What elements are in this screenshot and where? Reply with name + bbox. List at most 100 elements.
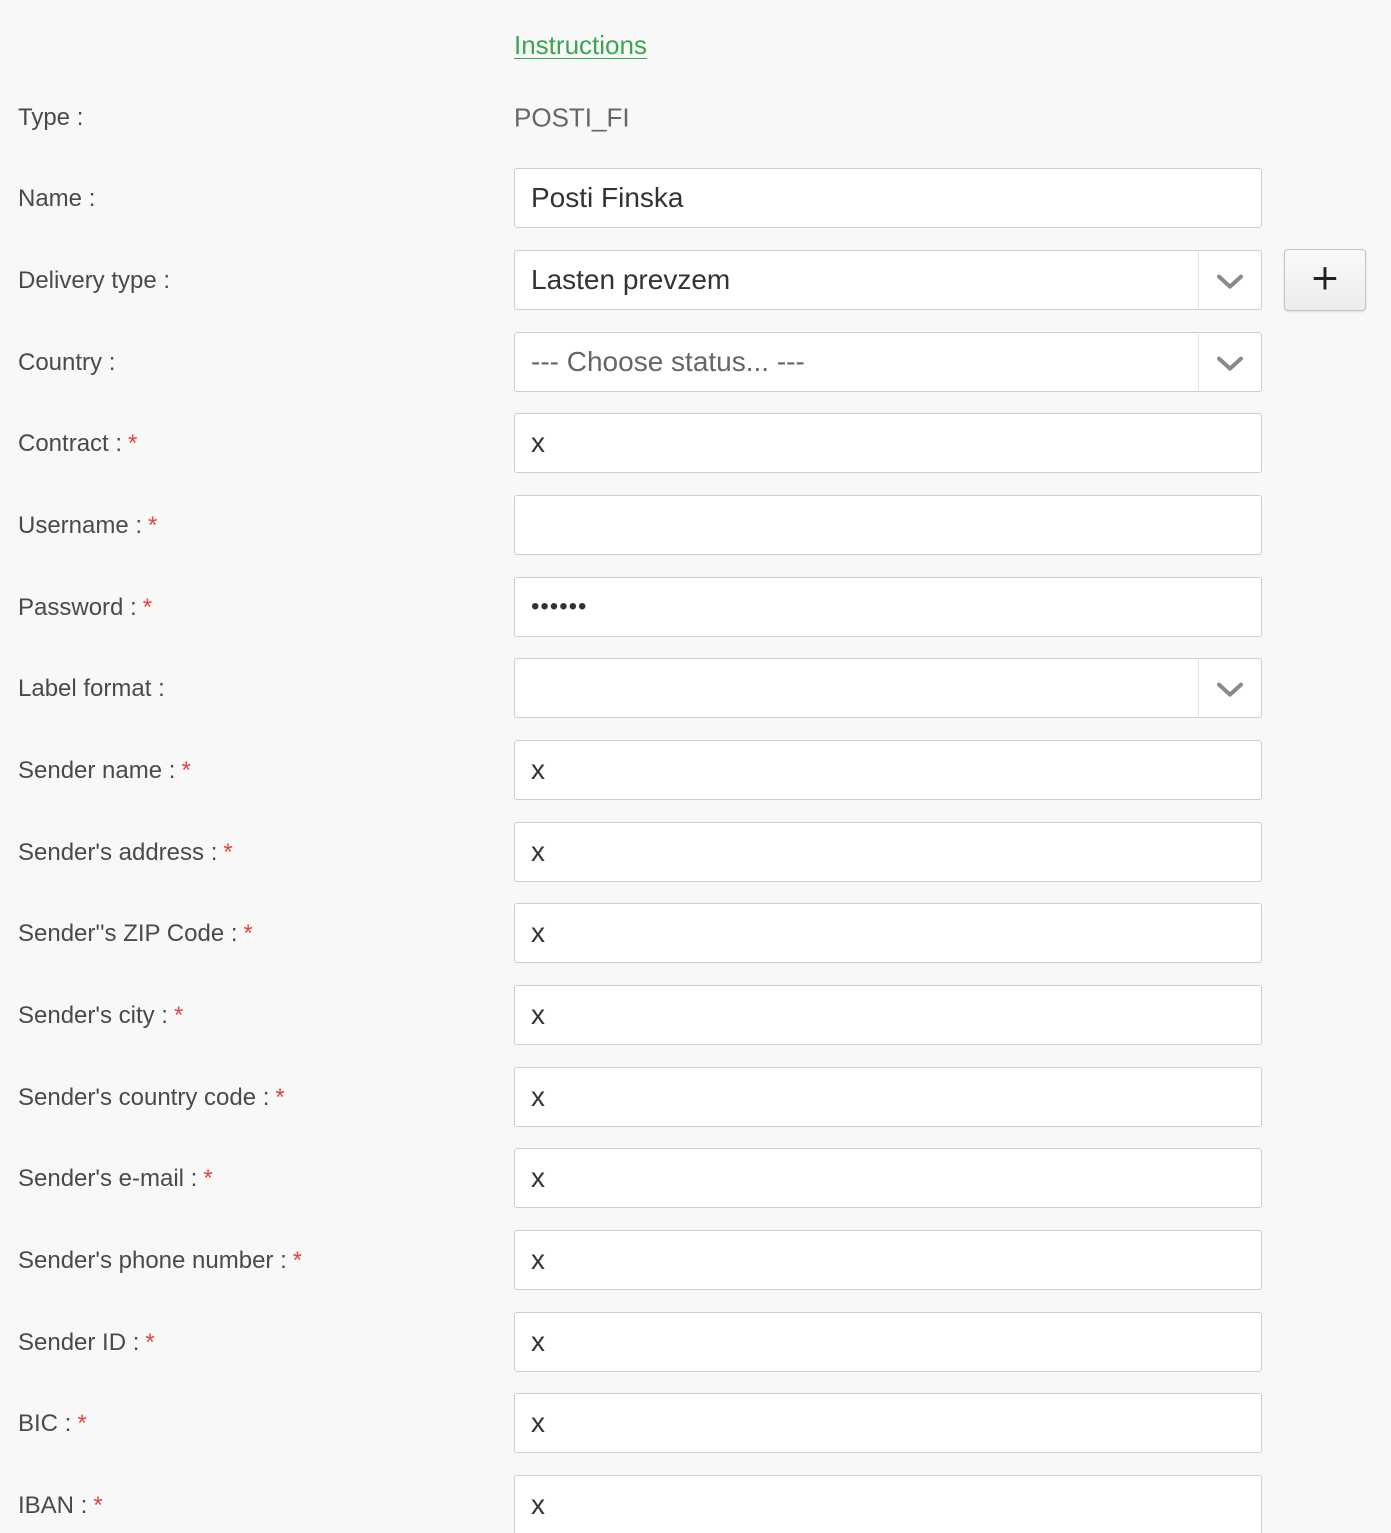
bic-label-text: BIC : [18, 1410, 72, 1437]
contract-input[interactable]: x [514, 413, 1262, 473]
sender-address-label-text: Sender's address : [18, 839, 218, 866]
sender-name-input-value: x [531, 754, 545, 785]
type-value: POSTI_FI [514, 102, 630, 133]
sender-address-label: Sender's address : * [18, 839, 233, 867]
required-marker: * [223, 839, 233, 866]
sender-name-label: Sender name : * [18, 757, 191, 785]
row-sender-name: Sender name : * x [0, 740, 1391, 802]
iban-label: IBAN : * [18, 1492, 103, 1520]
country-label: Country : [18, 349, 116, 376]
sender-id-input[interactable]: x [514, 1312, 1262, 1372]
sender-phone-input-value: x [531, 1244, 545, 1275]
name-input-value: Posti Finska [531, 182, 684, 213]
sender-phone-label: Sender's phone number : * [18, 1247, 302, 1275]
row-label-format: Label format : [0, 658, 1391, 720]
required-marker: * [148, 512, 158, 539]
bic-input[interactable]: x [514, 1393, 1262, 1453]
sender-zip-label-text: Sender''s ZIP Code : [18, 920, 238, 947]
sender-address-input-value: x [531, 836, 545, 867]
iban-input[interactable]: x [514, 1475, 1262, 1533]
required-marker: * [203, 1165, 213, 1192]
delivery-type-selected-value: Lasten prevzem [531, 264, 731, 295]
username-label-text: Username : [18, 512, 143, 539]
select-divider [1198, 252, 1199, 308]
carrier-settings-form: Instructions Type : POSTI_FI Name : Post… [0, 0, 1391, 1533]
sender-city-input-value: x [531, 999, 545, 1030]
row-sender-phone: Sender's phone number : * x [0, 1230, 1391, 1292]
contract-label-text: Contract : [18, 430, 123, 457]
delivery-type-select[interactable]: Lasten prevzem [514, 250, 1262, 310]
iban-label-text: IBAN : [18, 1492, 88, 1519]
required-marker: * [93, 1492, 103, 1519]
chevron-down-icon[interactable] [1217, 682, 1243, 698]
sender-address-input[interactable]: x [514, 822, 1262, 882]
sender-zip-input-value: x [531, 917, 545, 948]
row-contract: Contract : * x [0, 413, 1391, 475]
sender-country-code-input[interactable]: x [514, 1067, 1262, 1127]
plus-icon: + [1309, 257, 1341, 299]
sender-phone-input[interactable]: x [514, 1230, 1262, 1290]
required-marker: * [128, 430, 138, 457]
type-label: Type : [18, 104, 84, 131]
row-sender-city: Sender's city : * x [0, 985, 1391, 1047]
chevron-down-icon[interactable] [1217, 274, 1243, 290]
sender-name-input[interactable]: x [514, 740, 1262, 800]
name-input[interactable]: Posti Finska [514, 168, 1262, 228]
sender-email-label: Sender's e-mail : * [18, 1165, 213, 1193]
sender-zip-input[interactable]: x [514, 903, 1262, 963]
contract-input-value: x [531, 427, 545, 458]
row-sender-id: Sender ID : * x [0, 1312, 1391, 1374]
label-format-label: Label format : [18, 675, 165, 702]
name-label: Name : [18, 185, 96, 212]
sender-id-label: Sender ID : * [18, 1329, 155, 1357]
bic-input-value: x [531, 1407, 545, 1438]
required-marker: * [173, 1002, 184, 1029]
select-divider [1198, 334, 1199, 390]
row-username: Username : * [0, 495, 1391, 557]
row-sender-email: Sender's e-mail : * x [0, 1148, 1391, 1210]
label-format-select[interactable] [514, 658, 1262, 718]
password-label: Password : * [18, 594, 152, 622]
chevron-down-icon[interactable] [1217, 356, 1243, 372]
add-delivery-type-button[interactable]: + [1284, 249, 1366, 311]
sender-zip-label: Sender''s ZIP Code : * [18, 920, 253, 948]
sender-country-code-input-value: x [531, 1081, 545, 1112]
password-label-text: Password : [18, 594, 137, 621]
sender-email-input[interactable]: x [514, 1148, 1262, 1208]
password-input[interactable]: •••••• [514, 577, 1262, 637]
sender-phone-label-text: Sender's phone number : [18, 1247, 287, 1274]
instructions-link[interactable]: Instructions [514, 30, 647, 61]
row-sender-address: Sender's address : * x [0, 822, 1391, 884]
required-marker: * [181, 757, 191, 784]
required-marker: * [145, 1329, 155, 1356]
sender-city-label: Sender's city : * [18, 1002, 183, 1030]
sender-name-label-text: Sender name : [18, 757, 176, 784]
select-divider [1198, 660, 1199, 716]
sender-city-label-text: Sender's city : [18, 1002, 168, 1029]
row-bic: BIC : * x [0, 1393, 1391, 1455]
sender-country-code-label: Sender's country code : * [18, 1084, 285, 1112]
country-select-placeholder: --- Choose status... --- [531, 346, 805, 377]
sender-country-code-label-text: Sender's country code : [18, 1084, 270, 1111]
row-country: Country : --- Choose status... --- [0, 332, 1391, 394]
username-input[interactable] [514, 495, 1262, 555]
required-marker: * [77, 1410, 87, 1437]
country-select[interactable]: --- Choose status... --- [514, 332, 1262, 392]
row-type: Type : POSTI_FI [0, 87, 1391, 149]
row-sender-zip: Sender''s ZIP Code : * x [0, 903, 1391, 965]
required-marker: * [292, 1247, 303, 1274]
sender-id-label-text: Sender ID : [18, 1329, 140, 1356]
contract-label: Contract : * [18, 430, 137, 458]
sender-city-input[interactable]: x [514, 985, 1262, 1045]
row-sender-country-code: Sender's country code : * x [0, 1067, 1391, 1129]
required-marker: * [275, 1084, 285, 1111]
bic-label: BIC : * [18, 1410, 87, 1438]
required-marker: * [243, 920, 253, 947]
row-password: Password : * •••••• [0, 577, 1391, 639]
row-iban: IBAN : * x [0, 1475, 1391, 1533]
row-delivery-type: Delivery type : Lasten prevzem + [0, 249, 1391, 312]
delivery-type-label: Delivery type : [18, 267, 171, 294]
sender-email-label-text: Sender's e-mail : [18, 1165, 198, 1192]
iban-input-value: x [531, 1489, 545, 1520]
row-name: Name : Posti Finska [0, 168, 1391, 230]
